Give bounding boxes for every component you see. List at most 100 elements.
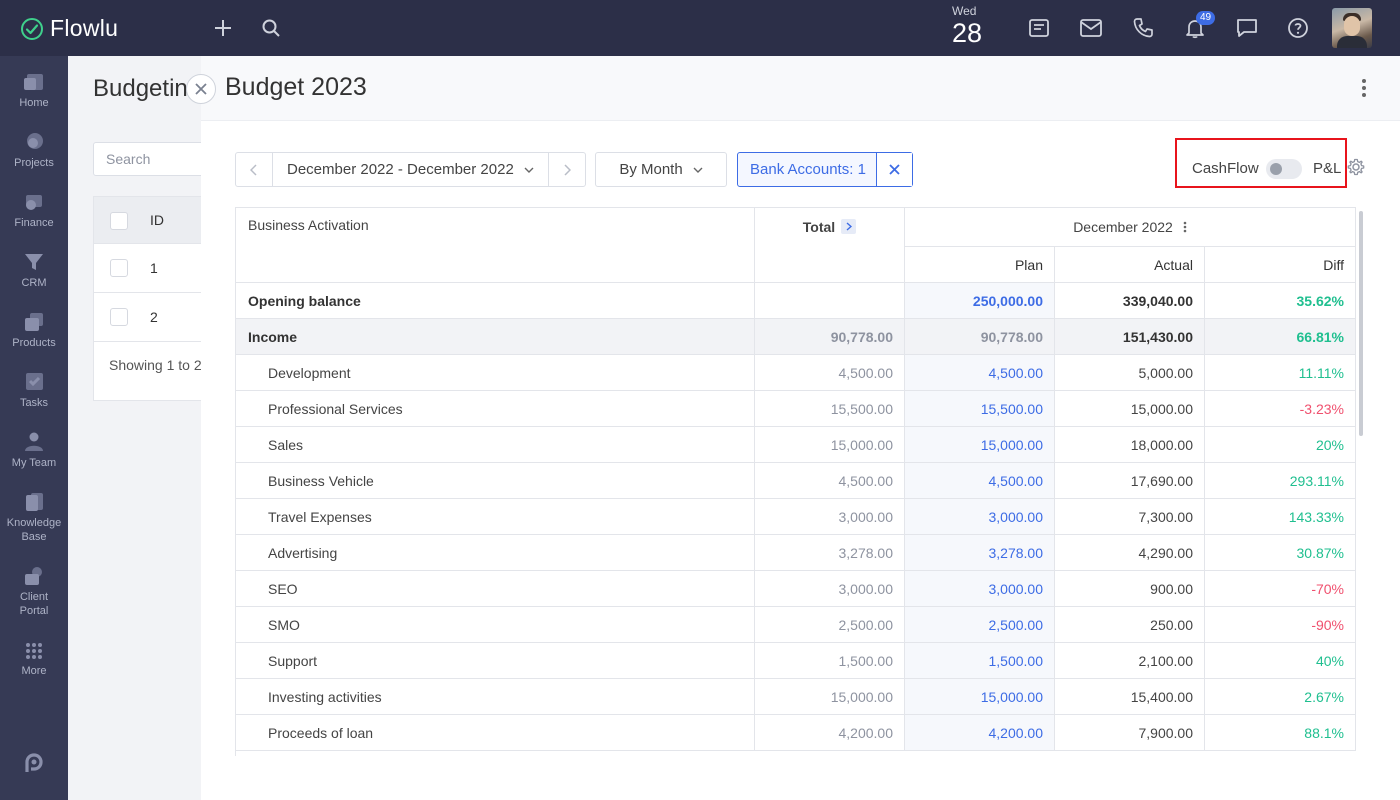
sidebar-label: Projects: [14, 157, 54, 169]
row-actual: 900.00: [1055, 571, 1205, 607]
sidebar-item-knowledge-base[interactable]: Knowledge Base: [0, 491, 68, 544]
row-name: Business Vehicle: [236, 463, 755, 499]
sidebar-item-my-team[interactable]: My Team: [0, 431, 68, 470]
row-total: 15,500.00: [755, 391, 905, 427]
bank-accounts-filter[interactable]: Bank Accounts: 1: [737, 152, 913, 187]
sidebar-item-products[interactable]: Products: [0, 311, 68, 350]
row-diff: -70%: [1205, 571, 1356, 607]
row-id: 1: [150, 260, 158, 276]
row-diff-value: -3.23%: [1299, 400, 1344, 417]
previous-period-button[interactable]: [236, 153, 272, 186]
sidebar-label: Knowledge: [6, 517, 62, 529]
chevron-down-icon: [524, 167, 534, 173]
today-date[interactable]: Wed 28: [952, 4, 986, 48]
row-plan[interactable]: 90,778.00: [905, 319, 1055, 355]
row-plan-value: 15,000.00: [980, 436, 1043, 453]
panel-title: Budget 2023: [225, 73, 367, 101]
row-total: 4,500.00: [755, 463, 905, 499]
sidebar-item-finance[interactable]: Finance: [0, 191, 68, 230]
sidebar-item-crm[interactable]: CRM: [0, 251, 68, 290]
chat-icon[interactable]: [1235, 16, 1259, 40]
more-options-icon[interactable]: [1361, 78, 1367, 103]
top-bar: Flowlu Wed 28 49: [0, 0, 1400, 56]
header-total: Total: [755, 208, 905, 283]
help-icon[interactable]: [1286, 16, 1310, 40]
row-actual: 250.00: [1055, 607, 1205, 643]
row-actual-value: 2,100.00: [1138, 652, 1194, 669]
row-plan[interactable]: 15,000.00: [905, 679, 1055, 715]
table-scrollbar[interactable]: [1359, 211, 1363, 436]
row-total: 3,278.00: [755, 535, 905, 571]
sidebar-label: Portal: [19, 605, 49, 617]
sidebar-item-tasks[interactable]: Tasks: [0, 371, 68, 410]
pagination-info: Showing 1 to 2: [109, 357, 202, 373]
row-plan[interactable]: 2,500.00: [905, 607, 1055, 643]
row-checkbox[interactable]: [110, 308, 128, 326]
row-plan[interactable]: 3,278.00: [905, 535, 1055, 571]
next-period-button[interactable]: [549, 153, 585, 186]
row-plan-value: 1,500.00: [988, 652, 1044, 669]
close-panel-button[interactable]: [186, 74, 216, 104]
sidebar-item-more[interactable]: More: [0, 641, 68, 678]
row-diff-value: 11.11%: [1298, 364, 1344, 381]
row-actual-value: 339,040.00: [1122, 292, 1193, 309]
row-id: 2: [150, 309, 158, 325]
row-diff-value: 30.87%: [1296, 544, 1344, 561]
row-plan[interactable]: 3,000.00: [905, 571, 1055, 607]
row-plan[interactable]: 1,500.00: [905, 643, 1055, 679]
row-plan[interactable]: 250,000.00: [905, 283, 1055, 319]
sidebar-item-home[interactable]: Home: [0, 71, 68, 110]
expand-total-button[interactable]: [841, 219, 857, 234]
sidebar: Home Projects Finance CRM Products Tasks…: [0, 56, 68, 800]
row-total: 1,500.00: [755, 643, 905, 679]
row-diff: 20%: [1205, 427, 1356, 463]
grouping-dropdown[interactable]: By Month: [595, 152, 727, 187]
row-actual: 2,100.00: [1055, 643, 1205, 679]
sidebar-item-client-portal[interactable]: Client Portal: [0, 565, 68, 618]
portal-icon: [25, 567, 42, 585]
plus-icon[interactable]: [211, 16, 235, 40]
cashflow-pl-toggle[interactable]: [1266, 159, 1302, 179]
row-total: 3,000.00: [755, 571, 905, 607]
row-diff-value: 40%: [1315, 652, 1344, 669]
header-actual: Actual: [1055, 247, 1205, 283]
row-actual-value: 7,300.00: [1138, 508, 1194, 525]
search-icon[interactable]: [259, 16, 283, 40]
mail-icon[interactable]: [1079, 16, 1103, 40]
row-diff: 2.67%: [1205, 679, 1356, 715]
phone-icon[interactable]: [1131, 16, 1155, 40]
select-all-checkbox[interactable]: [110, 212, 128, 230]
row-total: 4,200.00: [755, 715, 905, 751]
gear-icon[interactable]: [1347, 158, 1365, 181]
row-name-value: Professional Services: [268, 400, 403, 417]
sidebar-item-projects[interactable]: Projects: [0, 131, 68, 170]
row-plan[interactable]: 4,500.00: [905, 355, 1055, 391]
date-range-selector: December 2022 - December 2022: [235, 152, 586, 187]
flowlu-logo[interactable]: Flowlu: [20, 15, 118, 42]
sidebar-label: Tasks: [19, 397, 49, 409]
user-avatar[interactable]: [1332, 8, 1372, 48]
header-plan: Plan: [905, 247, 1055, 283]
toggle-knob: [1270, 163, 1282, 175]
row-plan[interactable]: 15,000.00: [905, 427, 1055, 463]
sidebar-label: Finance: [14, 217, 54, 229]
notes-icon[interactable]: [1027, 16, 1051, 40]
row-diff: 66.81%: [1205, 319, 1356, 355]
row-total: 15,000.00: [755, 427, 905, 463]
clear-filter-button[interactable]: [875, 153, 912, 186]
support-icon[interactable]: [0, 752, 68, 776]
date-range-dropdown[interactable]: December 2022 - December 2022: [272, 153, 549, 186]
row-plan[interactable]: 3,000.00: [905, 499, 1055, 535]
row-plan[interactable]: 4,200.00: [905, 715, 1055, 751]
row-checkbox[interactable]: [110, 259, 128, 277]
row-plan-value: 15,500.00: [980, 400, 1043, 417]
header-label: Diff: [1323, 256, 1344, 273]
row-plan[interactable]: 4,500.00: [905, 463, 1055, 499]
row-plan[interactable]: 15,500.00: [905, 391, 1055, 427]
more-options-icon[interactable]: [1183, 221, 1187, 233]
row-actual-value: 15,000.00: [1130, 400, 1193, 417]
row-name-value: Opening balance: [248, 292, 361, 309]
row-name: Sales: [236, 427, 755, 463]
knowledge-icon: [26, 493, 43, 511]
row-name-value: Travel Expenses: [268, 508, 372, 525]
